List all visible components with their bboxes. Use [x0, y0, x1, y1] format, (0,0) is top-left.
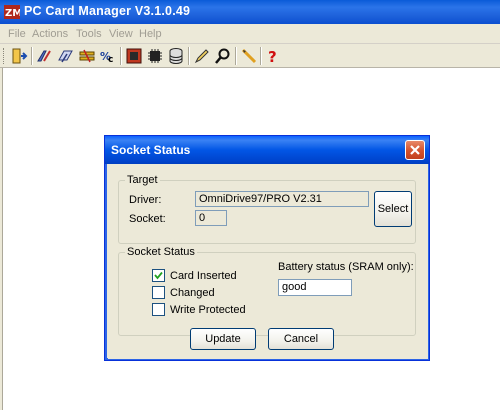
menu-actions[interactable]: Actions: [32, 28, 68, 40]
menu-view[interactable]: View: [109, 28, 133, 40]
battery-status-field[interactable]: good: [278, 279, 352, 296]
driver-field: OmniDrive97/PRO V2.31: [195, 191, 369, 207]
toolbar-separator: [235, 47, 237, 65]
close-icon: [410, 145, 420, 155]
socket-label: Socket:: [129, 213, 166, 225]
app-logo-icon: ZM: [4, 5, 20, 19]
changed-checkbox[interactable]: [152, 286, 165, 299]
cancel-button[interactable]: Cancel: [268, 328, 334, 350]
menu-tools[interactable]: Tools: [76, 28, 102, 40]
card-icon[interactable]: [125, 47, 143, 65]
battery-status-label: Battery status (SRAM only):: [278, 261, 414, 273]
edit-icon[interactable]: [193, 47, 211, 65]
svg-text:?: ?: [268, 48, 277, 65]
dialog-titlebar[interactable]: Socket Status: [105, 136, 429, 164]
pen-icon[interactable]: [240, 47, 258, 65]
app-title: PC Card Manager V3.1.0.49: [24, 4, 191, 18]
exit-icon[interactable]: [10, 47, 28, 65]
menu-file[interactable]: File: [8, 28, 26, 40]
svg-text:c: c: [108, 55, 113, 65]
target-groupbox: Target Driver: OmniDrive97/PRO V2.31 Soc…: [118, 174, 416, 244]
card-inserted-label[interactable]: Card Inserted: [170, 270, 237, 282]
select-button[interactable]: Select: [374, 191, 412, 227]
copy-card-icon[interactable]: [57, 47, 75, 65]
toolbar-grip[interactable]: [3, 48, 6, 64]
svg-text:ZM: ZM: [5, 8, 20, 19]
toolbar-separator: [31, 47, 33, 65]
toolbar-separator: [120, 47, 122, 65]
close-button[interactable]: [405, 140, 425, 160]
target-legend: Target: [125, 174, 160, 186]
menu-help[interactable]: Help: [139, 28, 162, 40]
help-icon[interactable]: ?: [264, 47, 282, 65]
socket-status-groupbox: Socket Status Card Inserted Changed Writ…: [118, 246, 416, 336]
toolbar-separator: [188, 47, 190, 65]
open-icon[interactable]: [36, 47, 54, 65]
write-protected-label[interactable]: Write Protected: [170, 304, 246, 316]
changed-label[interactable]: Changed: [170, 287, 215, 299]
checkmark-icon: [154, 271, 163, 280]
chip-icon[interactable]: [146, 47, 164, 65]
socket-status-legend: Socket Status: [125, 246, 197, 258]
dialog-title: Socket Status: [111, 143, 191, 157]
toolbar: % c ?: [0, 44, 500, 68]
database-icon[interactable]: [167, 47, 185, 65]
search-icon[interactable]: [214, 47, 232, 65]
toolbar-separator: [260, 47, 262, 65]
format-icon[interactable]: % c: [99, 47, 117, 65]
socket-field: 0: [195, 210, 227, 226]
compare-icon[interactable]: [78, 47, 96, 65]
workspace-left-edge: [0, 68, 3, 410]
dialog-body: Target Driver: OmniDrive97/PRO V2.31 Soc…: [108, 164, 428, 359]
driver-label: Driver:: [129, 194, 162, 206]
update-button[interactable]: Update: [190, 328, 256, 350]
menubar: File Actions Tools View Help: [0, 24, 500, 44]
write-protected-checkbox[interactable]: [152, 303, 165, 316]
app-titlebar: ZM PC Card Manager V3.1.0.49: [0, 0, 500, 24]
card-inserted-checkbox[interactable]: [152, 269, 165, 282]
socket-status-dialog: Socket Status Target Driver: OmniDrive97…: [104, 135, 430, 361]
